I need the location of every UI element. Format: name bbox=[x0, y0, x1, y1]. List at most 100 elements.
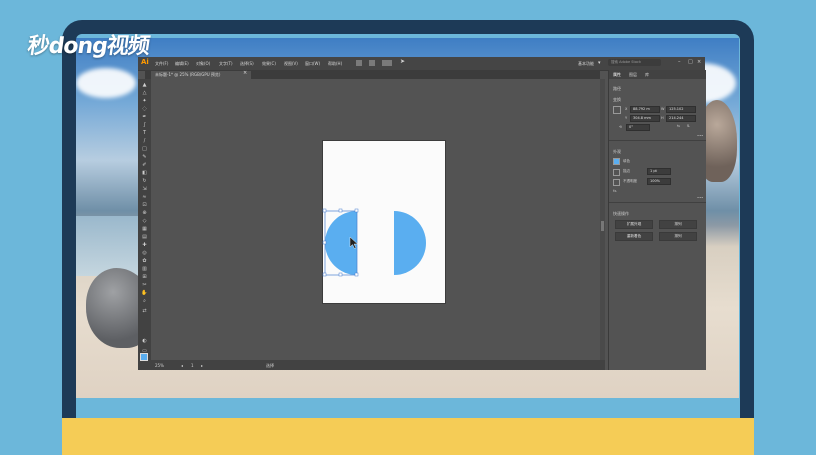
recolor-button[interactable]: 重新着色 bbox=[615, 232, 653, 241]
fill-label: 填色 bbox=[623, 159, 630, 163]
selection-handle[interactable] bbox=[322, 240, 327, 245]
blend-icon[interactable]: ◎ bbox=[141, 251, 148, 256]
w-label: W bbox=[661, 107, 665, 111]
w-field[interactable]: 125.102 bbox=[666, 106, 696, 113]
rectangle-tool-icon[interactable]: □ bbox=[141, 147, 148, 152]
scale-icon[interactable]: ⇲ bbox=[141, 187, 148, 192]
zoom-tool-icon[interactable]: ⌕ bbox=[141, 299, 148, 304]
draw-mode-icon[interactable]: ◐ bbox=[141, 339, 148, 344]
line-tool-icon[interactable]: / bbox=[141, 139, 148, 144]
minimize-icon[interactable]: – bbox=[678, 59, 681, 65]
stroke-weight-field[interactable]: 1 pt bbox=[647, 168, 671, 175]
arrange-button-2[interactable]: 排列 bbox=[659, 232, 697, 241]
tab-layers[interactable]: 图层 bbox=[629, 72, 637, 78]
menu-bar: Ai 文件(F) 编辑(E) 对象(O) 文字(T) 选择(S) 效果(C) 视… bbox=[138, 57, 705, 71]
selection-handle[interactable] bbox=[322, 208, 327, 213]
pen-tool-icon[interactable]: ✒ bbox=[141, 115, 148, 120]
x-field[interactable]: 88.792 m bbox=[630, 106, 660, 113]
artboard-number[interactable]: 1 bbox=[191, 363, 194, 368]
maximize-icon[interactable]: □ bbox=[688, 59, 693, 65]
send-icon[interactable]: ➤ bbox=[400, 58, 405, 65]
opacity-field[interactable]: 100% bbox=[647, 178, 671, 185]
y-field[interactable]: 304.8 mm bbox=[630, 115, 660, 122]
more-options-icon[interactable]: ••• bbox=[697, 134, 703, 138]
symbol-sprayer-icon[interactable]: ✿ bbox=[141, 259, 148, 264]
lasso-icon[interactable]: ◌ bbox=[141, 107, 148, 112]
type-tool-icon[interactable]: T bbox=[141, 131, 148, 136]
zoom-level[interactable]: 25% bbox=[155, 363, 164, 368]
tab-close-icon[interactable]: × bbox=[243, 70, 247, 76]
width-icon[interactable]: ≈ bbox=[141, 195, 148, 200]
magic-wand-icon[interactable]: ✦ bbox=[141, 99, 148, 104]
shaper-icon[interactable]: ✐ bbox=[141, 163, 148, 168]
menu-select[interactable]: 选择(S) bbox=[240, 61, 254, 67]
slice-icon[interactable]: ✂ bbox=[141, 283, 148, 288]
panel-tabs: 属性 图层 库 bbox=[609, 70, 706, 79]
selection-handle[interactable] bbox=[338, 272, 343, 277]
menu-window[interactable]: 窗口(W) bbox=[305, 61, 320, 67]
status-bar: 25% ◂ 1 ▸ 选择 bbox=[151, 360, 605, 370]
fill-color-swatch[interactable] bbox=[613, 158, 620, 165]
artboard-nav-prev-icon[interactable]: ◂ bbox=[181, 363, 183, 368]
object-type-label: 路径 bbox=[613, 86, 621, 91]
arrange-icon[interactable] bbox=[382, 60, 392, 66]
more-options-icon[interactable]: ••• bbox=[697, 196, 703, 200]
document-tab[interactable]: 未标题-1* @ 25% (RGB/GPU 预览) bbox=[151, 71, 251, 79]
menu-view[interactable]: 视图(V) bbox=[284, 61, 298, 67]
swap-colors-icon[interactable]: ⇄ bbox=[141, 309, 148, 314]
h-field[interactable]: 214.244 bbox=[666, 115, 696, 122]
angle-field[interactable]: 0° bbox=[626, 124, 650, 131]
h-label: H bbox=[661, 116, 664, 120]
paintbrush-icon[interactable]: ✎ bbox=[141, 155, 148, 160]
chevron-down-icon[interactable]: ▾ bbox=[598, 60, 601, 66]
selection-tool-icon[interactable]: ▲ bbox=[141, 83, 148, 88]
stroke-swatch[interactable] bbox=[613, 169, 620, 176]
x-label: X bbox=[625, 107, 628, 111]
tab-libraries[interactable]: 库 bbox=[645, 72, 649, 78]
menu-object[interactable]: 对象(O) bbox=[196, 61, 210, 67]
app-logo: Ai bbox=[141, 58, 149, 66]
expand-appearance-button[interactable]: 扩展外观 bbox=[615, 220, 653, 229]
fx-button[interactable]: fx. bbox=[613, 189, 617, 193]
canvas-area[interactable] bbox=[151, 79, 605, 360]
graph-tool-icon[interactable]: ▥ bbox=[141, 267, 148, 272]
flip-horizontal-icon[interactable]: ⇆ bbox=[677, 124, 680, 128]
menu-type[interactable]: 文字(T) bbox=[219, 61, 233, 67]
selection-handle[interactable] bbox=[354, 272, 359, 277]
arrange-button[interactable]: 排列 bbox=[659, 220, 697, 229]
artboard-tool-icon[interactable]: ⊞ bbox=[141, 275, 148, 280]
fill-swatch[interactable] bbox=[140, 353, 148, 361]
stock-search-input[interactable]: 搜索 Adobe Stock bbox=[608, 59, 661, 66]
mesh-icon[interactable]: ▦ bbox=[141, 227, 148, 232]
appearance-heading: 外观 bbox=[613, 149, 621, 154]
bridge-icon[interactable] bbox=[356, 60, 362, 66]
tab-properties[interactable]: 属性 bbox=[613, 72, 621, 78]
menu-edit[interactable]: 编辑(E) bbox=[175, 61, 189, 67]
hand-tool-icon[interactable]: ✋ bbox=[141, 291, 148, 296]
free-transform-icon[interactable]: ⊡ bbox=[141, 203, 148, 208]
right-semicircle[interactable] bbox=[394, 211, 426, 275]
eraser-icon[interactable]: ◧ bbox=[141, 171, 148, 176]
curvature-icon[interactable]: ∫ bbox=[141, 123, 148, 128]
shape-builder-icon[interactable]: ⊕ bbox=[141, 211, 148, 216]
stock-icon[interactable] bbox=[369, 60, 375, 66]
flip-vertical-icon[interactable]: ⇅ bbox=[687, 124, 690, 128]
gradient-icon[interactable]: ▤ bbox=[141, 235, 148, 240]
menu-help[interactable]: 帮助(H) bbox=[328, 61, 342, 67]
workspace-switcher[interactable]: 基本功能 bbox=[578, 61, 594, 67]
direct-selection-tool-icon[interactable]: △ bbox=[141, 91, 148, 96]
document-tab-bar: 未标题-1* @ 25% (RGB/GPU 预览) × bbox=[145, 70, 600, 79]
menu-effect[interactable]: 效果(C) bbox=[262, 61, 276, 67]
properties-panel: 属性 图层 库 路径 变换 X 88.792 m W 125.102 Y 304… bbox=[608, 70, 706, 370]
perspective-icon[interactable]: ◇ bbox=[141, 219, 148, 224]
rotate-icon[interactable]: ↻ bbox=[141, 179, 148, 184]
reference-point-icon[interactable] bbox=[613, 106, 621, 114]
selection-handle[interactable] bbox=[354, 208, 359, 213]
selection-handle[interactable] bbox=[338, 208, 343, 213]
close-icon[interactable]: × bbox=[697, 59, 701, 65]
selection-handle[interactable] bbox=[322, 272, 327, 277]
menu-file[interactable]: 文件(F) bbox=[155, 61, 168, 67]
vertical-scrollbar[interactable] bbox=[600, 79, 605, 360]
artboard-nav-next-icon[interactable]: ▸ bbox=[201, 363, 203, 368]
eyedropper-icon[interactable]: ✚ bbox=[141, 243, 148, 248]
